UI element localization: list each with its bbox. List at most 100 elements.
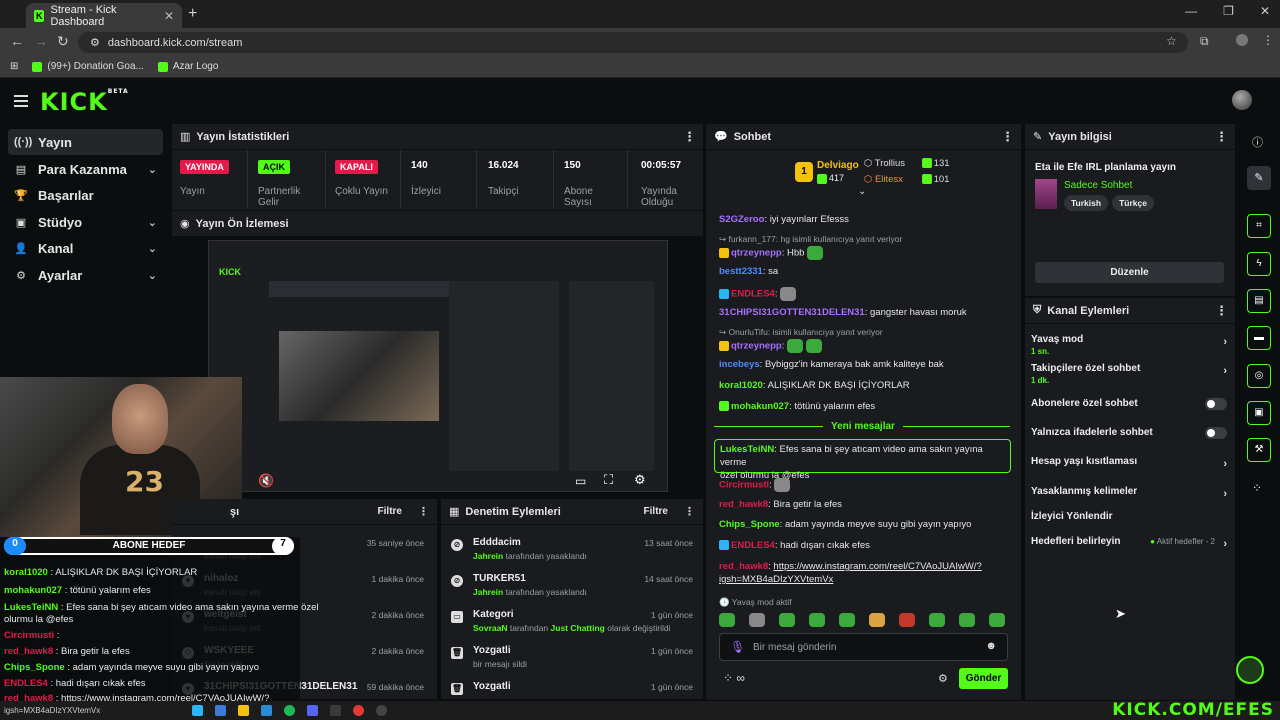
emote-icon[interactable] <box>749 613 765 627</box>
stat-abone: 150 Abone Sayısı <box>556 150 628 208</box>
restore-icon[interactable]: ❐ <box>1223 4 1234 18</box>
reload-icon[interactable]: ↻ <box>57 33 69 50</box>
emote-icon[interactable] <box>839 613 855 627</box>
channel-action-hedefler[interactable]: Hedefleri belirleyin ● Aktif hedefler - 2… <box>1031 536 1227 550</box>
stat-takipci: 16.024 Takipçi <box>480 150 554 208</box>
toggle-switch[interactable] <box>1205 427 1227 439</box>
bookmark-donation[interactable]: (99+) Donation Goa... <box>32 61 144 72</box>
sidebar-item-yayin[interactable]: ((·)) Yayın <box>8 129 163 155</box>
back-icon[interactable]: ← <box>10 33 24 49</box>
chrome-icon[interactable] <box>353 705 365 716</box>
emote-icon[interactable] <box>719 613 735 627</box>
theater-icon[interactable]: ▭ <box>575 474 586 488</box>
new-tab-icon[interactable]: + <box>188 5 197 23</box>
menu-icon[interactable]: ⋮ <box>1262 33 1274 47</box>
moderation-row[interactable]: ⊘ Edddacim Jahrein tarafından yasaklandı 13… <box>441 534 703 570</box>
send-button[interactable]: Gönder <box>959 668 1008 689</box>
chat-bubble-icon[interactable]: ▬ <box>1247 326 1271 350</box>
steam-icon[interactable] <box>330 705 342 716</box>
bookmark-star-icon[interactable]: ☆ <box>1166 34 1177 48</box>
site-info-icon[interactable]: ⚙ <box>90 36 100 49</box>
chat-settings-icon[interactable]: ⚙ <box>938 672 948 685</box>
activity-filter[interactable]: Filtre <box>378 506 402 517</box>
sidebar-item-ayarlar[interactable]: ⚙ Ayarlar ⌄ <box>8 262 163 288</box>
moderation-filter[interactable]: Filtre <box>644 506 668 517</box>
emote-icon[interactable] <box>779 613 795 627</box>
channel-action-yavas-mod[interactable]: Yavaş mod 1 sn. › <box>1031 334 1227 356</box>
fullscreen-icon[interactable]: ⛶ <box>604 472 613 488</box>
category-name[interactable]: Sadece Sohbet <box>1064 180 1132 191</box>
mail-icon[interactable] <box>261 705 273 716</box>
emote-icon[interactable] <box>899 613 915 627</box>
address-bar[interactable]: ⚙ dashboard.kick.com/stream <box>78 32 1188 53</box>
emote-icon[interactable] <box>929 613 945 627</box>
sidebar-item-para-kazanma[interactable]: ▤ Para Kazanma ⌄ <box>8 156 163 182</box>
hamburger-menu-icon[interactable] <box>14 92 28 110</box>
windows-start-icon[interactable] <box>192 705 204 716</box>
moderation-row[interactable]: 🗑 Yozgatli bir mesajı sildi 1 gün önce <box>441 642 703 678</box>
browser-tab[interactable]: K Stream - Kick Dashboard ✕ <box>26 3 182 28</box>
moderation-header: ▦ Denetim Eylemleri Filtre ⋮ <box>441 499 703 525</box>
close-window-icon[interactable]: ✕ <box>1260 4 1270 18</box>
collapse-icon[interactable]: ⌄ <box>858 186 866 197</box>
emoji-icon[interactable]: ☻ <box>985 640 997 652</box>
profile-icon[interactable] <box>1236 34 1248 46</box>
sidebar-item-basarilar[interactable]: 🏆 Başarılar <box>8 182 163 208</box>
add-widget-icon[interactable]: ⁘ <box>1252 481 1262 495</box>
forward-icon[interactable]: → <box>34 33 48 49</box>
channel-action-abone-sohbet[interactable]: Abonelere özel sohbet <box>1031 398 1227 410</box>
bookmark-azar[interactable]: Azar Logo <box>157 61 218 72</box>
moderation-row[interactable]: ⊘ TURKER51 Jahrein tarafından yasaklandı 14… <box>441 570 703 606</box>
mute-icon[interactable]: 🔇 <box>258 473 274 489</box>
chat-input[interactable]: 🎙 Bir mesaj gönderin ☻ <box>719 633 1008 661</box>
scan-icon[interactable]: ⌗ <box>1247 214 1271 238</box>
channel-action-takipci-sohbet[interactable]: Takipçilere özel sohbet 1 dk. › <box>1031 363 1227 385</box>
more-options-icon[interactable]: ⋮ <box>1215 303 1228 319</box>
emote-icon[interactable] <box>809 613 825 627</box>
sidebar-item-studyo[interactable]: ▣ Stüdyo ⌄ <box>8 209 163 235</box>
channel-action-izleyici-yonlendir[interactable]: İzleyici Yönlendir <box>1031 511 1227 522</box>
folder-icon[interactable] <box>238 705 250 716</box>
channel-action-ifade-sohbet[interactable]: Yalnızca ifadelerle sohbet <box>1031 427 1227 439</box>
pencil-icon[interactable]: ✎ <box>1247 166 1271 190</box>
chat-message: 31CHIPSI31GOTTEN31DELEN31: gangster hava… <box>719 307 967 318</box>
close-tab-icon[interactable]: ✕ <box>164 9 174 23</box>
obs-icon[interactable] <box>376 705 388 716</box>
more-options-icon[interactable]: ⋮ <box>684 505 695 518</box>
more-options-icon[interactable]: ⋮ <box>683 129 696 145</box>
channel-action-yasak-kelimeler[interactable]: Yasaklanmış kelimeler › <box>1031 486 1227 500</box>
microphone-icon[interactable]: 🎙 <box>730 640 745 654</box>
spotify-icon[interactable] <box>284 705 296 716</box>
clipboard-icon[interactable]: ▤ <box>1247 289 1271 313</box>
discord-icon[interactable] <box>307 705 319 716</box>
url-text: dashboard.kick.com/stream <box>107 36 243 49</box>
minimize-icon[interactable]: — <box>1185 4 1197 18</box>
info-icon[interactable]: ⓘ <box>1252 134 1263 150</box>
emote-icon[interactable] <box>869 613 885 627</box>
sidebar-item-kanal[interactable]: 👤 Kanal ⌄ <box>8 235 163 261</box>
help-button[interactable] <box>1236 656 1264 684</box>
apps-icon[interactable]: ⊞ <box>10 61 18 72</box>
settings-icon[interactable]: ⚙ <box>634 472 646 488</box>
user-avatar[interactable] <box>1232 90 1252 110</box>
bookmark-icon <box>157 61 168 72</box>
toggle-switch[interactable] <box>1205 398 1227 410</box>
more-options-icon[interactable]: ⋮ <box>418 505 429 518</box>
more-options-icon[interactable]: ⋮ <box>1215 129 1228 145</box>
chat-header: 💬 Sohbet ⋮ <box>706 124 1021 150</box>
more-options-icon[interactable]: ⋮ <box>1001 129 1014 145</box>
chat-tools-icon[interactable]: ⁘ ∞ <box>723 671 745 685</box>
lightning-icon[interactable]: ϟ <box>1247 252 1271 276</box>
kick-logo[interactable]: KICKBETA <box>40 88 129 116</box>
emote-icon[interactable] <box>989 613 1005 627</box>
emote-icon[interactable] <box>959 613 975 627</box>
chat-link-continuation[interactable]: igsh=MXB4aDIzYXVtemVx <box>719 574 833 585</box>
channel-action-hesap-yasi[interactable]: Hesap yaşı kısıtlaması › <box>1031 456 1227 470</box>
extensions-icon[interactable]: ⧉ <box>1200 34 1209 49</box>
moderation-row[interactable]: ▭ Kategori SovraaN tarafından Just Chattin… <box>441 606 703 642</box>
broadcast-icon[interactable]: ◎ <box>1247 364 1271 388</box>
edge-icon[interactable] <box>215 705 227 716</box>
edit-button[interactable]: Düzenle <box>1035 262 1224 283</box>
wrench-icon[interactable]: ⚒ <box>1247 438 1271 462</box>
storage-icon[interactable]: ▣ <box>1247 401 1271 425</box>
